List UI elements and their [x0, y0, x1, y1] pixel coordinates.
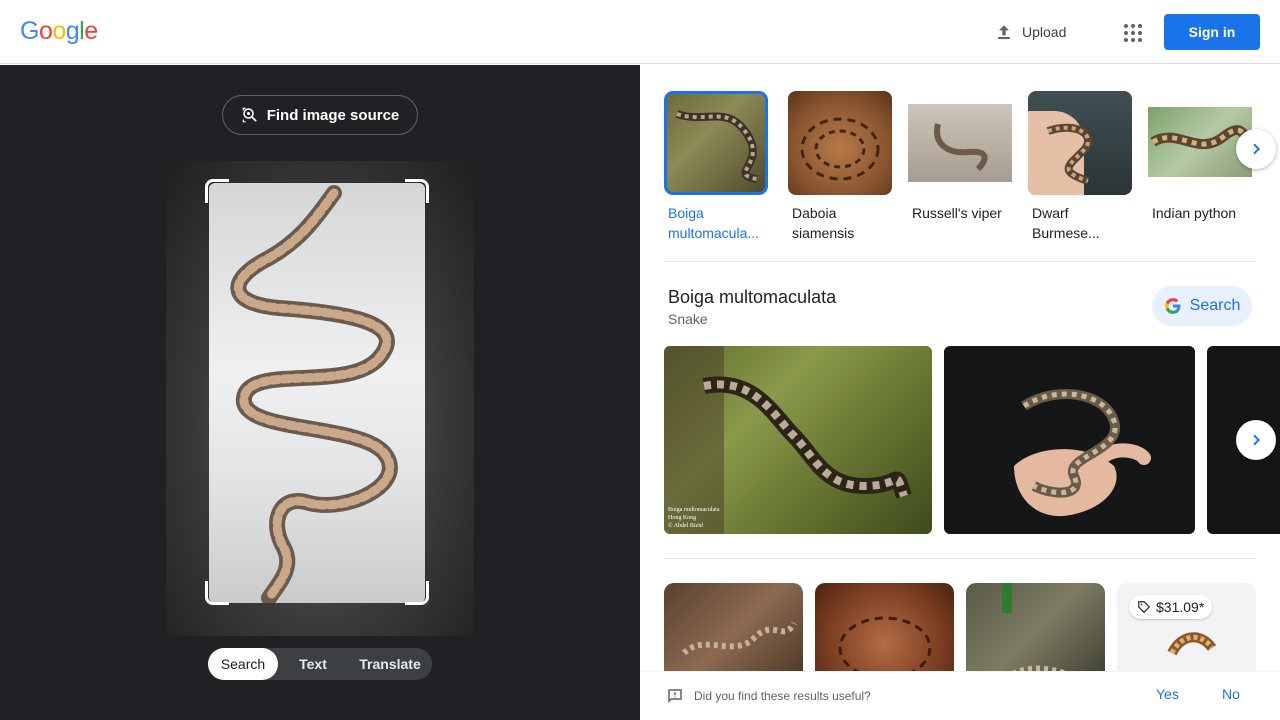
snake-image [230, 185, 398, 606]
chip-thumbnail [1028, 91, 1132, 195]
chip-dwarf-burmese[interactable]: Dwarf Burmese... [1028, 91, 1132, 243]
chevron-right-icon [1253, 143, 1261, 155]
chip-thumbnail [908, 91, 1012, 195]
image-caption-line: © Abdel Bizid [668, 523, 703, 529]
entity-search-button[interactable]: Search [1152, 286, 1252, 326]
query-image [166, 161, 474, 636]
results-panel: Boiga multomacula... Daboia siamensis Ru… [640, 65, 1280, 720]
chips-next-button[interactable] [1236, 129, 1276, 169]
price-tag-icon [1138, 601, 1151, 614]
chip-label: Indian python [1152, 205, 1237, 221]
chip-label: Boiga multomacula... [668, 205, 760, 241]
crop-handle-bottom-left[interactable] [205, 581, 229, 605]
result-image[interactable] [944, 346, 1195, 534]
logo-letter: G [20, 17, 39, 45]
feedback-icon [668, 689, 682, 704]
chip-russells-viper[interactable]: Russell's viper [908, 91, 1012, 223]
crop-selection-area[interactable] [209, 183, 425, 606]
find-image-source-button[interactable]: Find image source [222, 95, 418, 135]
visual-match-chips: Boiga multomacula... Daboia siamensis Ru… [664, 91, 1256, 247]
entity-search-label: Search [1189, 297, 1241, 314]
query-image-panel: Find image source Search Text Translate [0, 65, 640, 720]
result-image[interactable] [664, 583, 803, 683]
chip-label: Russell's viper [912, 205, 1002, 221]
google-g-icon [1164, 298, 1181, 314]
feedback-bar: Did you find these results useful? Yes N… [640, 671, 1280, 720]
feedback-yes-button[interactable]: Yes [1156, 686, 1179, 702]
upload-icon [998, 25, 1010, 40]
result-image[interactable]: Boiga multomaculata Hong Kong © Abdel Bi… [664, 346, 932, 534]
upload-label: Upload [1022, 24, 1067, 40]
tab-search[interactable]: Search [208, 648, 278, 680]
chip-label: Daboia siamensis [792, 205, 855, 241]
top-bar: Google Upload Sign in [0, 0, 1280, 64]
lens-search-icon [242, 107, 257, 123]
google-logo[interactable]: Google [20, 17, 98, 46]
chip-daboia-siamensis[interactable]: Daboia siamensis [788, 91, 892, 243]
crop-handle-top-left[interactable] [205, 179, 229, 203]
product-result[interactable]: $31.09* [1117, 583, 1256, 683]
tab-text[interactable]: Text [278, 648, 348, 680]
chip-indian-python[interactable]: Indian python [1148, 91, 1252, 223]
result-image[interactable] [966, 583, 1105, 683]
logo-letter: o [38, 17, 53, 45]
chip-boiga-multomaculata[interactable]: Boiga multomacula... [664, 91, 768, 243]
entity-subtitle: Snake [668, 311, 708, 327]
result-image[interactable] [815, 583, 954, 683]
divider [664, 558, 1256, 559]
price-label: $31.09* [1156, 599, 1205, 615]
crop-handle-bottom-right[interactable] [405, 581, 429, 605]
tab-translate[interactable]: Translate [348, 648, 432, 680]
logo-letter: o [52, 17, 66, 45]
divider [664, 261, 1256, 262]
sign-in-button[interactable]: Sign in [1164, 14, 1260, 50]
price-badge: $31.09* [1129, 595, 1213, 619]
find-image-source-label: Find image source [266, 106, 400, 124]
chip-thumbnail [788, 91, 892, 195]
chip-thumbnail [664, 91, 768, 195]
chip-label: Dwarf Burmese... [1032, 205, 1100, 241]
upload-button[interactable]: Upload [984, 14, 1076, 50]
entity-title[interactable]: Boiga multomaculata [668, 287, 836, 308]
logo-letter: g [65, 17, 80, 45]
apps-grid-icon[interactable] [1116, 16, 1148, 48]
image-caption-line: Boiga multomaculata [668, 507, 720, 513]
crop-handle-top-right[interactable] [405, 179, 429, 203]
logo-letter: e [84, 17, 98, 45]
feedback-no-button[interactable]: No [1222, 686, 1240, 702]
images-next-button[interactable] [1236, 420, 1276, 460]
chevron-right-icon [1253, 434, 1261, 446]
feedback-question: Did you find these results useful? [694, 689, 871, 703]
image-caption-line: Hong Kong [668, 515, 697, 521]
lens-mode-tabs: Search Text Translate [208, 648, 432, 680]
